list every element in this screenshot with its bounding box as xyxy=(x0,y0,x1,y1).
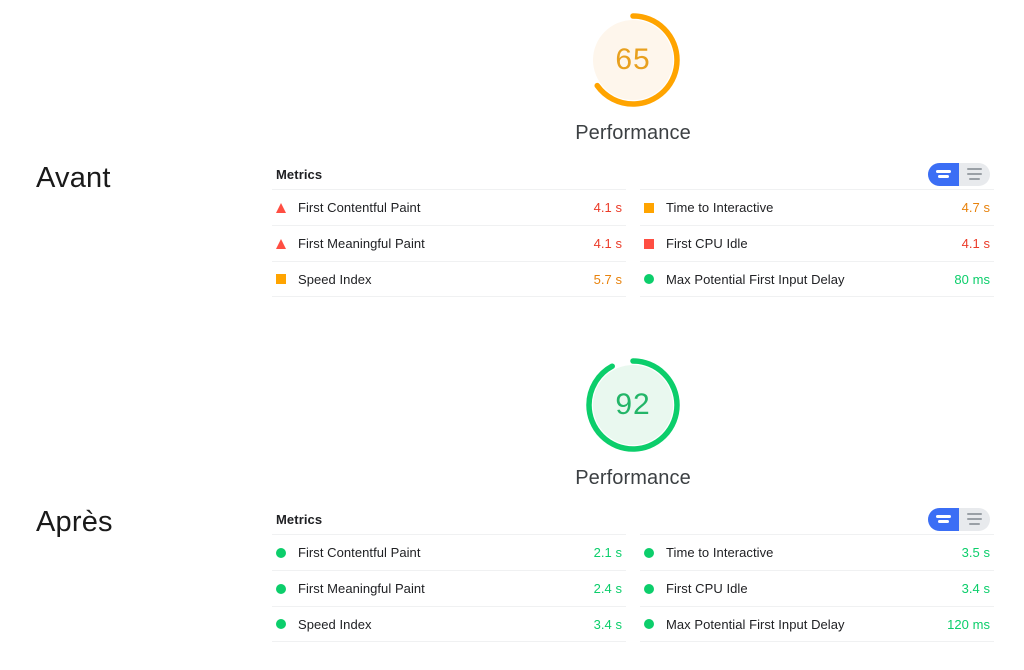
expanded-view-icon[interactable] xyxy=(928,162,959,186)
metric-row[interactable]: Time to Interactive 3.5 s xyxy=(640,534,994,570)
toggle-bar xyxy=(938,175,949,178)
metric-status-circle-icon xyxy=(276,619,286,629)
expanded-view-icon[interactable] xyxy=(928,507,959,531)
metric-value: 4.1 s xyxy=(593,200,622,215)
metric-row[interactable]: Speed Index 5.7 s xyxy=(272,261,626,297)
metric-status-triangle-icon xyxy=(276,202,286,213)
metric-name: Speed Index xyxy=(298,271,372,287)
toggle-bar xyxy=(967,172,982,176)
lighthouse-report-after: 92 Performance Metrics First Contentful … xyxy=(272,353,994,642)
metric-status-circle-icon xyxy=(276,547,286,558)
performance-gauge: 92 xyxy=(581,353,685,457)
metric-row[interactable]: First Meaningful Paint 4.1 s xyxy=(272,225,626,261)
toggle-bar xyxy=(969,522,980,526)
metric-status-square-icon xyxy=(644,238,654,249)
gauge-score: 65 xyxy=(615,43,651,76)
toggle-bar xyxy=(938,520,949,523)
metric-value: 4.7 s xyxy=(961,200,990,215)
toggle-bar xyxy=(967,517,982,521)
metrics-title: Metrics xyxy=(276,511,323,527)
metric-value: 120 ms xyxy=(947,616,990,632)
metrics-card: Metrics First Contentful Paint 4.1 s First… xyxy=(272,161,994,297)
metric-row[interactable]: First Contentful Paint 2.1 s xyxy=(272,534,626,570)
toggle-bar xyxy=(967,512,982,516)
metric-row[interactable]: Time to Interactive 4.7 s xyxy=(640,189,994,225)
metric-name: Time to Interactive xyxy=(666,200,774,215)
metric-status-circle-icon xyxy=(644,547,654,558)
lighthouse-report-before: 65 Performance Metrics First Contentful … xyxy=(272,8,994,297)
metrics-header: Metrics xyxy=(272,161,994,187)
metrics-column-left: First Contentful Paint 4.1 s First Meaning… xyxy=(272,189,626,297)
metrics-column-left: First Contentful Paint 2.1 s First Meaning… xyxy=(272,534,626,642)
metric-name: Time to Interactive xyxy=(666,545,774,560)
toggle-bar xyxy=(936,170,951,173)
metric-row[interactable]: Max Potential First Input Delay 80 ms xyxy=(640,261,994,297)
metrics-header: Metrics xyxy=(272,506,994,532)
metric-row[interactable]: First CPU Idle 4.1 s xyxy=(640,225,994,261)
metric-name: Max Potential First Input Delay xyxy=(666,271,845,287)
performance-gauge-block: 65 Performance xyxy=(272,8,994,145)
metrics-card: Metrics First Contentful Paint 2.1 s First… xyxy=(272,506,994,642)
metric-name: Speed Index xyxy=(298,616,372,632)
gauge-score: 92 xyxy=(615,388,651,421)
metric-name: First CPU Idle xyxy=(666,581,748,596)
list-view-icon[interactable] xyxy=(959,163,990,186)
metrics-view-toggle[interactable] xyxy=(928,507,990,531)
metric-value: 3.4 s xyxy=(593,616,622,632)
gauge-title: Performance xyxy=(575,122,691,144)
metric-row[interactable]: First Meaningful Paint 2.4 s xyxy=(272,570,626,606)
section-label-before: Avant xyxy=(36,162,111,194)
metric-status-circle-icon xyxy=(644,583,654,594)
metric-row[interactable]: Max Potential First Input Delay 120 ms xyxy=(640,606,994,642)
metric-status-circle-icon xyxy=(644,619,654,629)
metrics-column-right: Time to Interactive 3.5 s First CPU Idle 3.… xyxy=(640,534,994,642)
metric-value: 2.1 s xyxy=(593,545,622,560)
section-label-after: Après xyxy=(36,506,113,538)
metrics-column-right: Time to Interactive 4.7 s First CPU Idle 4.… xyxy=(640,189,994,297)
metrics-view-toggle[interactable] xyxy=(928,162,990,186)
metric-value: 5.7 s xyxy=(593,271,622,287)
gauge-title: Performance xyxy=(575,467,691,489)
metric-value: 3.5 s xyxy=(961,545,990,560)
metric-value: 80 ms xyxy=(954,271,990,287)
metrics-columns: First Contentful Paint 4.1 s First Meaning… xyxy=(272,189,994,297)
metrics-title: Metrics xyxy=(276,166,323,182)
metric-name: First Contentful Paint xyxy=(298,200,421,215)
metric-name: First CPU Idle xyxy=(666,236,748,251)
metric-value: 3.4 s xyxy=(961,581,990,596)
metric-name: First Meaningful Paint xyxy=(298,581,425,596)
metric-status-square-icon xyxy=(276,274,286,284)
metric-status-circle-icon xyxy=(644,274,654,284)
metric-row[interactable]: First CPU Idle 3.4 s xyxy=(640,570,994,606)
metric-row[interactable]: Speed Index 3.4 s xyxy=(272,606,626,642)
metric-value: 2.4 s xyxy=(593,581,622,596)
toggle-bar xyxy=(967,167,982,171)
metric-value: 4.1 s xyxy=(593,236,622,251)
list-view-icon[interactable] xyxy=(959,508,990,531)
metric-row[interactable]: First Contentful Paint 4.1 s xyxy=(272,189,626,225)
performance-gauge: 65 xyxy=(581,8,685,112)
metric-status-circle-icon xyxy=(276,583,286,594)
metric-name: Max Potential First Input Delay xyxy=(666,616,845,632)
metric-status-square-icon xyxy=(644,202,654,213)
metric-value: 4.1 s xyxy=(961,236,990,251)
metrics-columns: First Contentful Paint 2.1 s First Meaning… xyxy=(272,534,994,642)
toggle-bar xyxy=(969,177,980,181)
performance-gauge-block: 92 Performance xyxy=(272,353,994,490)
toggle-bar xyxy=(936,515,951,518)
metric-name: First Meaningful Paint xyxy=(298,236,425,251)
metric-name: First Contentful Paint xyxy=(298,545,421,560)
metric-status-triangle-icon xyxy=(276,238,286,249)
